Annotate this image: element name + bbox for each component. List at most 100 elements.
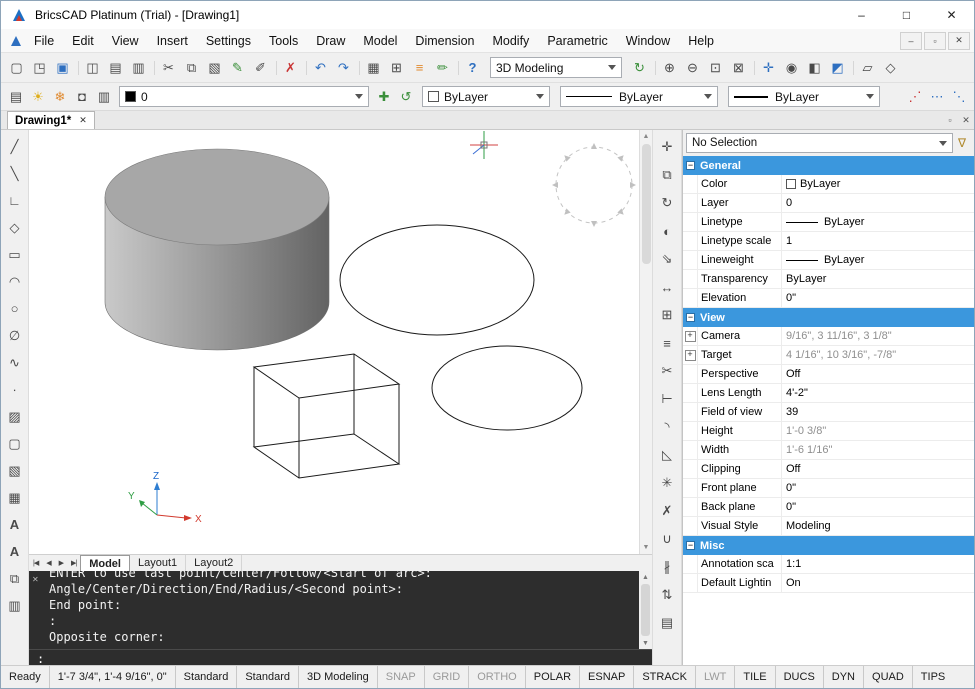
menu-draw[interactable]: Draw [307,29,354,52]
property-value[interactable]: 4'-2" [782,384,974,402]
property-value[interactable]: 0" [782,498,974,516]
polygon-tool[interactable]: ◇ [3,214,27,241]
mdi-close-button[interactable]: ✕ [948,32,970,50]
menu-modify[interactable]: Modify [483,29,538,52]
status-strack-toggle[interactable]: STRACK [633,666,695,688]
property-value[interactable]: 1:1 [782,555,974,573]
copy-clip-tool[interactable]: ⧉ [3,565,27,592]
property-value[interactable]: 1 [782,232,974,250]
grips-settings-button[interactable]: ⋰ [904,86,926,108]
maximize-button[interactable]: □ [884,1,929,29]
document-tab-drawing1[interactable]: Drawing1* ✕ [7,111,95,129]
help-button[interactable]: ? [461,56,484,79]
menu-dimension[interactable]: Dimension [406,29,483,52]
camera-button[interactable]: ◩ [826,56,849,79]
circle-tool[interactable]: ○ [3,295,27,322]
menu-settings[interactable]: Settings [197,29,260,52]
script-button[interactable]: ≡ [408,56,431,79]
rectangle-tool[interactable]: ▭ [3,241,27,268]
look-button[interactable]: ◉ [780,56,803,79]
copy-tool[interactable]: ⧉ [655,161,679,189]
app-menu-icon[interactable] [7,35,25,47]
property-value[interactable]: On [782,574,974,592]
add-layer-button[interactable]: ✚ [373,86,395,108]
tab-model[interactable]: Model [80,555,130,571]
property-value[interactable]: 4 1/16", 10 3/16", -7/8" [782,346,974,364]
stretch-tool[interactable]: ↔ [655,273,679,301]
property-value[interactable]: ByLayer [782,251,974,269]
status-ortho-toggle[interactable]: ORTHO [468,666,525,688]
selection-combo[interactable]: No Selection [686,133,953,153]
spline-tool[interactable]: ∿ [3,349,27,376]
layer-freeze-button[interactable]: ❄ [49,86,71,108]
mdi-minimize-button[interactable]: – [900,32,922,50]
next-tab-button[interactable]: ▶ [55,559,67,567]
property-value[interactable]: Off [782,460,974,478]
text-tool[interactable]: A [3,511,27,538]
mirror-tool[interactable]: ◐ [655,217,679,245]
minimize-button[interactable]: – [839,1,884,29]
menu-edit[interactable]: Edit [63,29,103,52]
property-value[interactable]: ByLayer [782,175,974,193]
section-header-general[interactable]: − General [683,156,974,175]
command-scrollbar[interactable]: ▲ ▼ [639,571,652,649]
scroll-up-icon[interactable]: ▲ [643,130,650,143]
tab-layout1[interactable]: Layout1 [130,555,186,571]
property-value[interactable]: 0" [782,289,974,307]
zoom-in-button[interactable]: ⊕ [658,56,681,79]
collapse-icon[interactable]: − [686,313,695,322]
titlebar[interactable]: BricsCAD Platinum (Trial) - [Drawing1] –… [1,1,974,29]
fillet-tool[interactable]: ◝ [655,413,679,441]
property-value[interactable]: 0 [782,194,974,212]
command-panel[interactable]: ✕ ENTER to use last point/Center/Follow/… [29,571,652,649]
model-canvas[interactable]: Z Y X [29,130,639,554]
ellipse-tool[interactable]: ∅ [3,322,27,349]
property-value[interactable]: Modeling [782,517,974,535]
collapse-icon[interactable]: − [686,161,695,170]
array-tool[interactable]: ⊞ [655,301,679,329]
properties-tool[interactable]: ▤ [655,609,679,637]
status-workspace[interactable]: 3D Modeling [298,666,377,688]
color-combo[interactable]: ByLayer [422,86,550,107]
status-tips-toggle[interactable]: TIPS [912,666,953,688]
format-painter-button[interactable]: ✐ [249,56,272,79]
region-tool[interactable]: ▢ [3,430,27,457]
property-value[interactable]: 39 [782,403,974,421]
last-tab-button[interactable]: ▶| [67,559,80,567]
cut-button[interactable]: ✂ [157,56,180,79]
menu-file[interactable]: File [25,29,63,52]
collapse-icon[interactable]: − [686,541,695,550]
menu-tools[interactable]: Tools [260,29,307,52]
zoom-extents-button[interactable]: ⊠ [727,56,750,79]
zoom-window-button[interactable]: ⊡ [704,56,727,79]
status-quad-toggle[interactable]: QUAD [863,666,912,688]
hatch-tool[interactable]: ▨ [3,403,27,430]
command-panel-close-icon[interactable]: ✕ [32,575,39,584]
mdi-restore-button[interactable]: ▫ [924,32,946,50]
status-text-style[interactable]: Standard [175,666,237,688]
extend-tool[interactable]: ⊢ [655,385,679,413]
layer-explorer-button[interactable]: ▤ [5,86,27,108]
status-tile-toggle[interactable]: TILE [734,666,774,688]
property-value[interactable]: 0" [782,479,974,497]
delete-button[interactable]: ✗ [279,56,302,79]
offset-tool[interactable]: ≡ [655,329,679,357]
scroll-down-icon[interactable]: ▼ [642,637,649,649]
erase-tool[interactable]: ✗ [655,497,679,525]
status-grid-toggle[interactable]: GRID [424,666,469,688]
property-value[interactable]: 9/16", 3 11/16", 3 1/8" [782,327,974,345]
status-ducs-toggle[interactable]: DUCS [775,666,823,688]
cylinder-solid[interactable] [105,149,329,350]
menu-help[interactable]: Help [679,29,723,52]
box-tool[interactable]: ▧ [3,457,27,484]
property-value[interactable]: Off [782,365,974,383]
menu-parametric[interactable]: Parametric [538,29,616,52]
table-tool[interactable]: ▦ [3,484,27,511]
layer-combo[interactable]: 0 [119,86,369,107]
workspace-combo[interactable]: 3D Modeling [490,57,622,78]
polyline-tool[interactable]: ∟ [3,187,27,214]
status-polar-toggle[interactable]: POLAR [525,666,579,688]
page-setup-button[interactable]: ▥ [127,56,150,79]
scrollbar-thumb[interactable] [641,584,650,636]
menu-window[interactable]: Window [617,29,679,52]
